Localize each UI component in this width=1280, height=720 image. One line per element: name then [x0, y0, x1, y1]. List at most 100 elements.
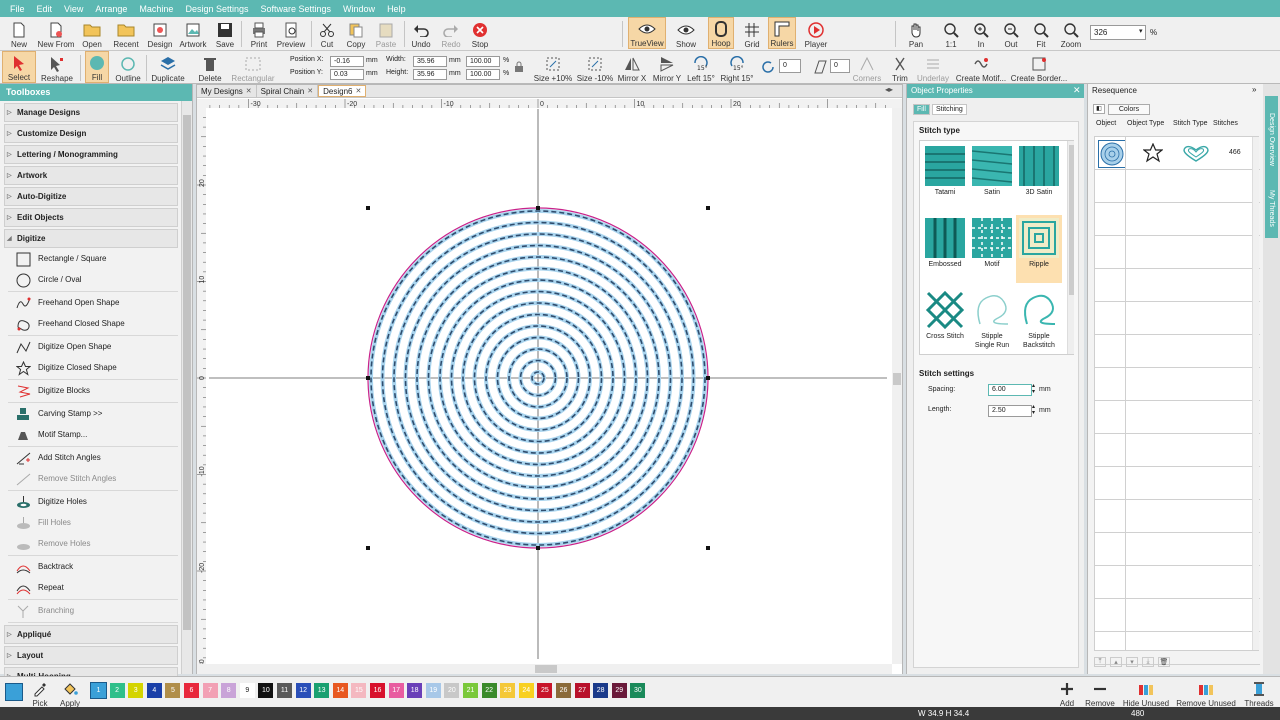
tab-scroll-icon[interactable]: ◂▸ — [885, 85, 893, 94]
colors-button[interactable]: Colors — [1108, 104, 1150, 115]
thread-color-swatch[interactable]: 6 — [184, 683, 199, 698]
rotate-left-button[interactable]: 15° Left 15° — [686, 51, 716, 83]
thread-color-swatch[interactable]: 27 — [574, 683, 590, 698]
thread-color-swatch[interactable]: 29 — [611, 683, 627, 698]
pick-button[interactable]: Pick — [29, 676, 51, 708]
menu-design-settings[interactable]: Design Settings — [185, 4, 248, 14]
stop-button[interactable]: Stop — [469, 17, 491, 49]
category-lettering-monogramming[interactable]: Lettering / Monogramming — [4, 145, 178, 164]
show-button[interactable]: Show — [672, 17, 700, 49]
thread-color-swatch[interactable]: 12 — [295, 683, 311, 698]
thread-color-swatch[interactable]: 13 — [314, 683, 330, 698]
tab-my-threads[interactable]: My Threads — [1265, 178, 1278, 238]
stitch-type-tatami[interactable]: Tatami — [922, 143, 968, 211]
zoom-out-button[interactable]: Out — [1000, 17, 1022, 49]
slant-icon[interactable] — [812, 59, 828, 77]
redo-button[interactable]: Redo — [440, 17, 462, 49]
length-input[interactable]: 2.50 — [988, 405, 1032, 417]
create-border-button[interactable]: Create Border... — [1011, 51, 1067, 83]
copy-button[interactable]: Copy — [344, 17, 368, 49]
category-appliqu-[interactable]: Appliqué — [4, 625, 178, 644]
artwork-button[interactable]: Artwork — [178, 17, 208, 49]
current-color-swatch[interactable] — [5, 683, 23, 701]
tool-repeat[interactable]: Repeat — [6, 578, 178, 598]
gallery-scrollbar[interactable] — [1067, 141, 1074, 354]
fit-button[interactable]: Fit — [1030, 17, 1052, 49]
mirror-y-button[interactable]: Mirror Y — [651, 51, 683, 83]
thread-color-swatch[interactable]: 3 — [128, 683, 144, 698]
tab-design6[interactable]: Design6 ✕ — [318, 85, 367, 97]
tool-circle-oval[interactable]: Circle / Oval — [6, 270, 178, 290]
mirror-x-button[interactable]: Mirror X — [617, 51, 647, 83]
stitch-type-motif[interactable]: Motif — [969, 215, 1015, 283]
create-motif-button[interactable]: Create Motif... — [954, 51, 1008, 83]
outline-button[interactable]: Outline — [113, 51, 143, 83]
thread-color-swatch[interactable]: 9 — [239, 683, 255, 698]
height-input[interactable]: 35.96 — [413, 69, 447, 80]
apply-button[interactable]: Apply — [57, 676, 83, 708]
design-canvas[interactable]: -30-20-1001020 20100-10-20-30 — [197, 99, 902, 674]
scrollbar-thumb[interactable] — [183, 115, 191, 630]
move-to-bottom-icon[interactable]: ⤓ — [1142, 657, 1154, 667]
reshape-button[interactable]: Reshape — [40, 51, 74, 83]
vertical-scrollbar[interactable] — [892, 108, 902, 664]
zoom-percent-select[interactable]: 326 — [1090, 25, 1146, 40]
new-button[interactable]: New — [9, 17, 29, 49]
duplicate-button[interactable]: Duplicate — [150, 51, 186, 83]
resize-handle[interactable] — [706, 376, 710, 380]
rotate-right-button[interactable]: 15° Right 15° — [720, 51, 754, 83]
delete-button[interactable]: Delete — [197, 51, 223, 83]
list-scrollbar[interactable] — [1252, 137, 1259, 650]
thread-color-swatch[interactable]: 11 — [277, 683, 292, 698]
spacing-input[interactable]: 6.00 — [988, 384, 1032, 396]
width-input[interactable]: 35.96 — [413, 56, 447, 67]
tool-freehand-open-shape[interactable]: Freehand Open Shape — [6, 293, 178, 313]
tab-design-overview[interactable]: Design Overview — [1265, 96, 1278, 182]
tab-fill[interactable]: Fill — [913, 104, 930, 115]
resize-handle[interactable] — [366, 206, 370, 210]
tool-digitize-open-shape[interactable]: Digitize Open Shape — [6, 337, 178, 357]
move-to-top-icon[interactable]: ⤒ — [1094, 657, 1106, 667]
threads-button[interactable]: Threads — [1242, 676, 1276, 708]
resize-handle[interactable] — [536, 546, 540, 550]
thread-color-swatch[interactable]: 20 — [444, 683, 460, 698]
tool-digitize-blocks[interactable]: Digitize Blocks — [6, 381, 178, 401]
move-down-icon[interactable]: ▾ — [1126, 657, 1138, 667]
tool-remove-stitch-angles[interactable]: Remove Stitch Angles — [6, 469, 178, 489]
player-button[interactable]: Player — [803, 17, 829, 49]
menu-machine[interactable]: Machine — [139, 4, 173, 14]
pan-button[interactable]: Pan — [905, 17, 927, 49]
tool-digitize-holes[interactable]: Digitize Holes — [6, 492, 178, 512]
preview-button[interactable]: Preview — [276, 17, 306, 49]
open-button[interactable]: Open — [81, 17, 103, 49]
thread-color-swatch[interactable]: 28 — [593, 683, 609, 698]
trim-button[interactable]: Trim — [888, 51, 912, 83]
rectangular-select-button[interactable]: Rectangular — [228, 51, 278, 83]
resize-handle[interactable] — [366, 376, 370, 380]
hide-unused-button[interactable]: Hide Unused — [1122, 676, 1170, 708]
stitch-type-stipple-backstitch[interactable]: Stipple Backstitch — [1016, 287, 1062, 355]
stitch-type-embossed[interactable]: Embossed — [922, 215, 968, 283]
resequence-row[interactable]: 466 — [1095, 137, 1260, 170]
thread-color-swatch[interactable]: 18 — [407, 683, 423, 698]
trueview-button[interactable]: TrueView — [628, 17, 666, 49]
close-icon[interactable]: ✕ — [1073, 85, 1081, 96]
thread-color-swatch[interactable]: 1 — [90, 682, 107, 699]
width-percent-input[interactable]: 100.00 — [466, 56, 500, 67]
rotate-icon[interactable] — [761, 59, 777, 77]
fill-button[interactable]: Fill — [85, 51, 109, 83]
category-customize-design[interactable]: Customize Design — [4, 124, 178, 143]
tool-motif-stamp[interactable]: Motif Stamp... — [6, 425, 178, 445]
tool-freehand-closed-shape[interactable]: Freehand Closed Shape — [6, 314, 178, 334]
cut-button[interactable]: Cut — [316, 17, 338, 49]
menu-arrange[interactable]: Arrange — [95, 4, 127, 14]
tool-remove-holes[interactable]: Remove Holes — [6, 534, 178, 554]
thread-color-swatch[interactable]: 4 — [146, 683, 162, 698]
thread-color-swatch[interactable]: 17 — [388, 683, 404, 698]
thread-color-swatch[interactable]: 16 — [370, 683, 385, 698]
menu-help[interactable]: Help — [387, 4, 406, 14]
menu-file[interactable]: File — [10, 4, 25, 14]
design-button[interactable]: Design — [147, 17, 173, 49]
tab-my-designs[interactable]: My Designs ✕ — [197, 85, 257, 97]
paste-button[interactable]: Paste — [374, 17, 398, 49]
